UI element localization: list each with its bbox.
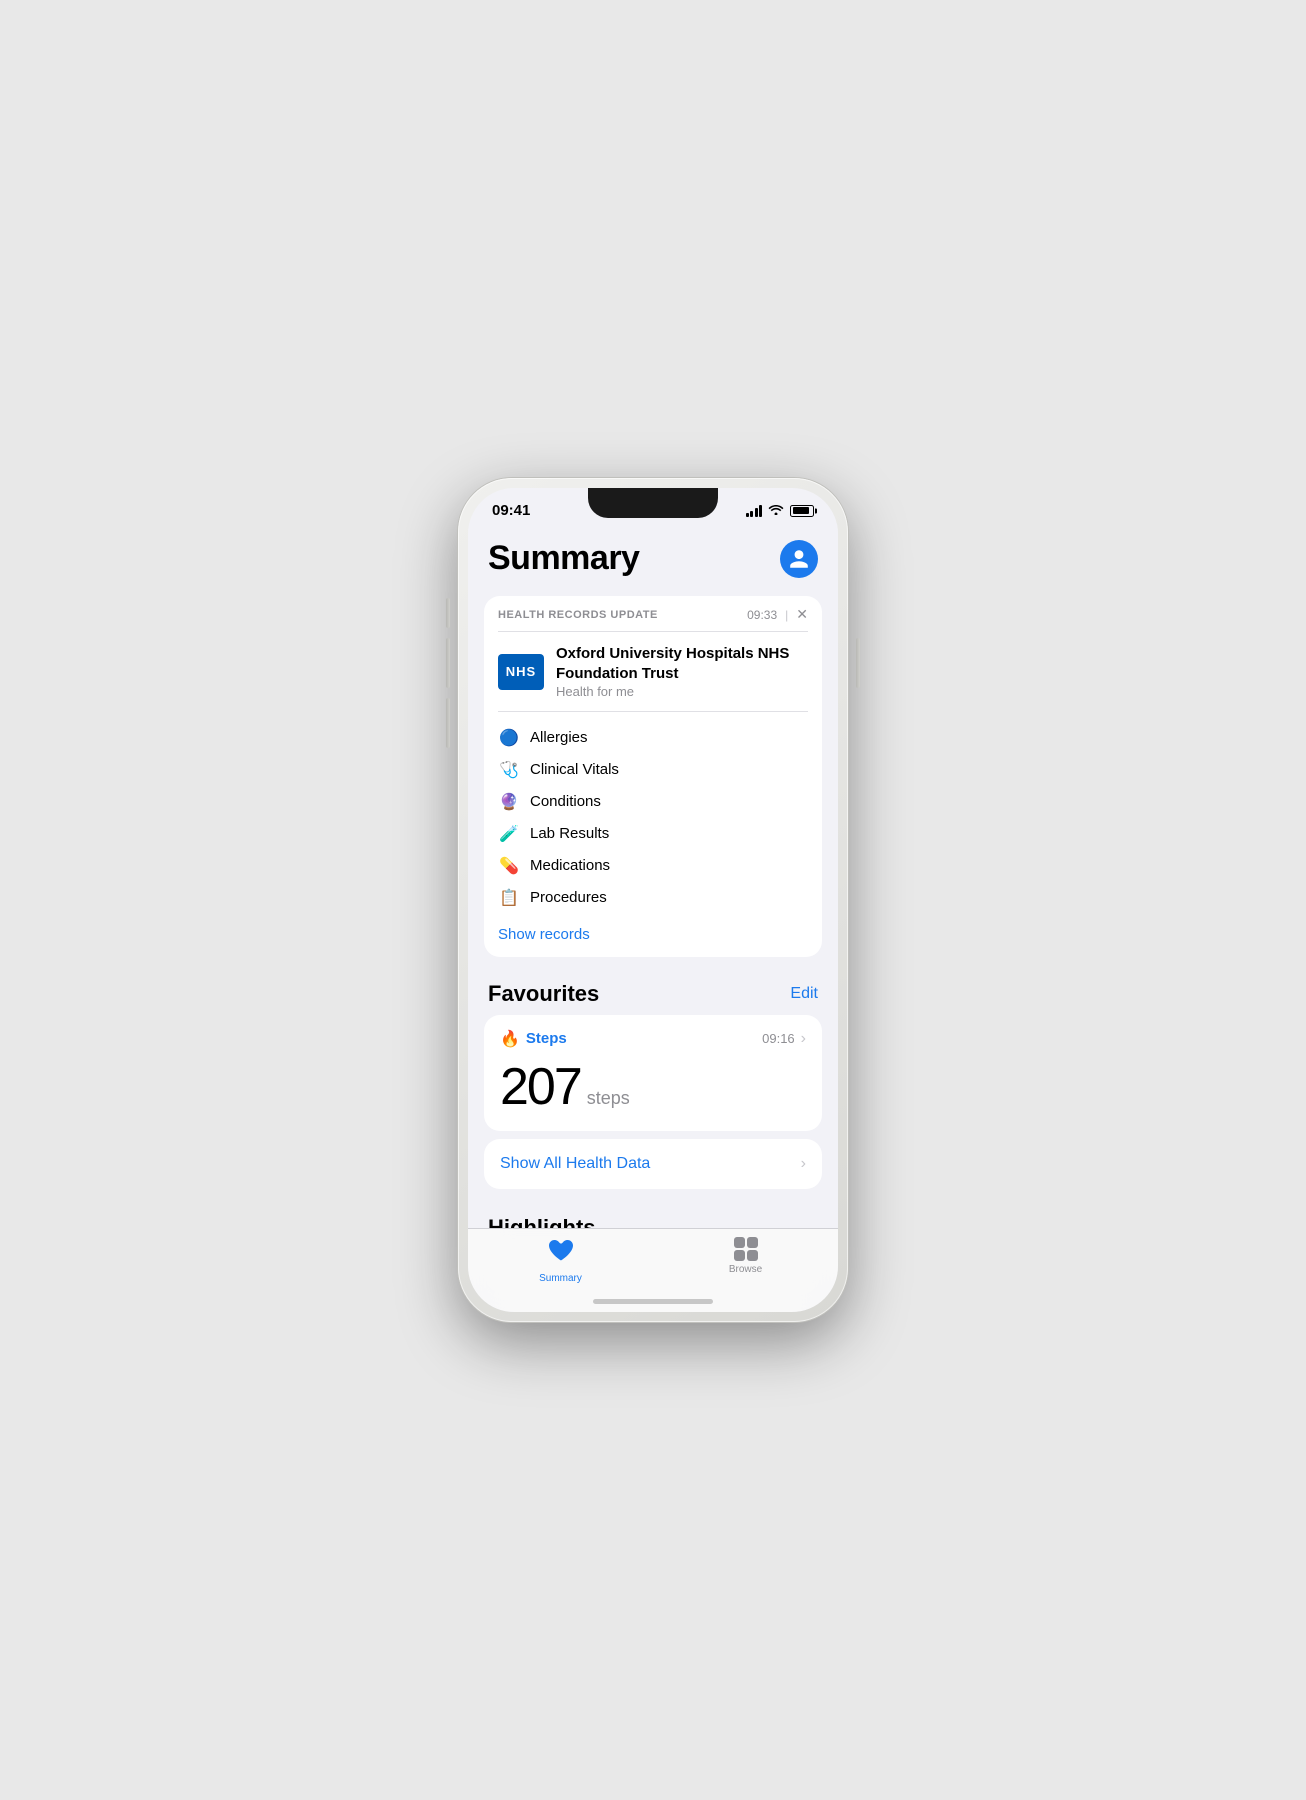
phone-screen: 09:41	[468, 488, 838, 1312]
home-indicator	[593, 1299, 713, 1304]
tab-browse[interactable]: Browse	[653, 1237, 838, 1275]
cat-label-allergies: Allergies	[530, 729, 588, 746]
cat-item-medications[interactable]: 💊 Medications	[498, 850, 808, 882]
cat-label-conditions: Conditions	[530, 793, 601, 810]
highlights-section-header: Highlights	[468, 1197, 838, 1230]
cat-item-clinical-vitals[interactable]: 🩺 Clinical Vitals	[498, 754, 808, 786]
phone-frame: 09:41	[458, 478, 848, 1322]
provider-info: Oxford University Hospitals NHS Foundati…	[556, 644, 808, 699]
cat-item-procedures[interactable]: 📋 Procedures	[498, 882, 808, 914]
cat-item-allergies[interactable]: 🔵 Allergies	[498, 722, 808, 754]
cat-item-conditions[interactable]: 🔮 Conditions	[498, 786, 808, 818]
cat-icon-allergies: 🔵	[498, 727, 520, 749]
page-title: Summary	[488, 539, 639, 578]
health-records-card: HEALTH RECORDS UPDATE 09:33 | ✕ NHS Oxfo…	[484, 596, 822, 957]
cat-item-lab-results[interactable]: 🧪 Lab Results	[498, 818, 808, 850]
card-header-bar: HEALTH RECORDS UPDATE 09:33 | ✕	[484, 596, 822, 631]
cat-icon-conditions: 🔮	[498, 791, 520, 813]
card-header-right: 09:33 | ✕	[747, 606, 808, 623]
health-records-label: HEALTH RECORDS UPDATE	[498, 609, 658, 621]
page-header: Summary	[468, 523, 838, 590]
favourites-title: Favourites	[488, 981, 599, 1007]
tab-summary-label: Summary	[539, 1273, 582, 1284]
notch	[588, 488, 718, 518]
fav-value-row: 207 steps	[500, 1057, 806, 1117]
favourites-section-header: Favourites Edit	[468, 963, 838, 1015]
fav-title-row: 🔥 Steps	[500, 1029, 567, 1049]
battery-icon	[790, 505, 814, 517]
separator: |	[785, 608, 788, 622]
steps-time: 09:16	[762, 1031, 795, 1046]
health-categories: 🔵 Allergies 🩺 Clinical Vitals 🔮 Conditio…	[484, 712, 822, 920]
volume-buttons	[446, 598, 450, 748]
cat-icon-procedures: 📋	[498, 887, 520, 909]
cat-icon-medications: 💊	[498, 855, 520, 877]
steps-flame-icon: 🔥	[500, 1029, 520, 1049]
show-all-label: Show All Health Data	[500, 1155, 650, 1173]
tab-browse-label: Browse	[729, 1264, 762, 1275]
steps-label: Steps	[526, 1030, 567, 1047]
cat-label-clinical-vitals: Clinical Vitals	[530, 761, 619, 778]
summary-heart-icon	[547, 1237, 575, 1270]
nhs-logo-text: NHS	[506, 664, 536, 679]
chevron-right-icon: ›	[801, 1030, 806, 1048]
steps-unit: steps	[587, 1088, 630, 1109]
provider-sub: Health for me	[556, 684, 808, 699]
fav-time-row: 09:16 ›	[762, 1030, 806, 1048]
edit-button[interactable]: Edit	[790, 985, 818, 1003]
power-btn	[856, 638, 860, 688]
show-all-chevron-icon: ›	[801, 1155, 806, 1173]
highlights-title: Highlights	[488, 1215, 596, 1230]
close-button[interactable]: ✕	[796, 606, 808, 623]
cat-label-medications: Medications	[530, 857, 610, 874]
screen-content[interactable]: Summary HEALTH RECORDS UPDATE 09:33 | ✕	[468, 523, 838, 1229]
browse-grid-icon	[734, 1237, 758, 1261]
provider-row: NHS Oxford University Hospitals NHS Foun…	[484, 632, 822, 711]
show-all-card[interactable]: Show All Health Data ›	[484, 1139, 822, 1189]
health-records-time: 09:33	[747, 608, 777, 622]
profile-button[interactable]	[780, 540, 818, 578]
show-records-link[interactable]: Show records	[484, 920, 822, 957]
nhs-logo: NHS	[498, 654, 544, 690]
cat-icon-lab-results: 🧪	[498, 823, 520, 845]
steps-value: 207	[500, 1057, 581, 1117]
signal-icon	[746, 505, 763, 517]
status-icons	[746, 503, 815, 518]
provider-name: Oxford University Hospitals NHS Foundati…	[556, 644, 808, 683]
cat-icon-clinical-vitals: 🩺	[498, 759, 520, 781]
tab-summary[interactable]: Summary	[468, 1237, 653, 1284]
volume-down-2	[446, 698, 450, 748]
favourites-card[interactable]: 🔥 Steps 09:16 › 207 steps	[484, 1015, 822, 1131]
volume-up	[446, 598, 450, 628]
profile-icon	[788, 548, 810, 570]
wifi-icon	[768, 503, 784, 518]
cat-label-lab-results: Lab Results	[530, 825, 609, 842]
cat-label-procedures: Procedures	[530, 889, 607, 906]
power-button	[856, 638, 860, 688]
volume-down	[446, 638, 450, 688]
status-time: 09:41	[492, 502, 530, 519]
fav-header-row: 🔥 Steps 09:16 ›	[500, 1029, 806, 1049]
